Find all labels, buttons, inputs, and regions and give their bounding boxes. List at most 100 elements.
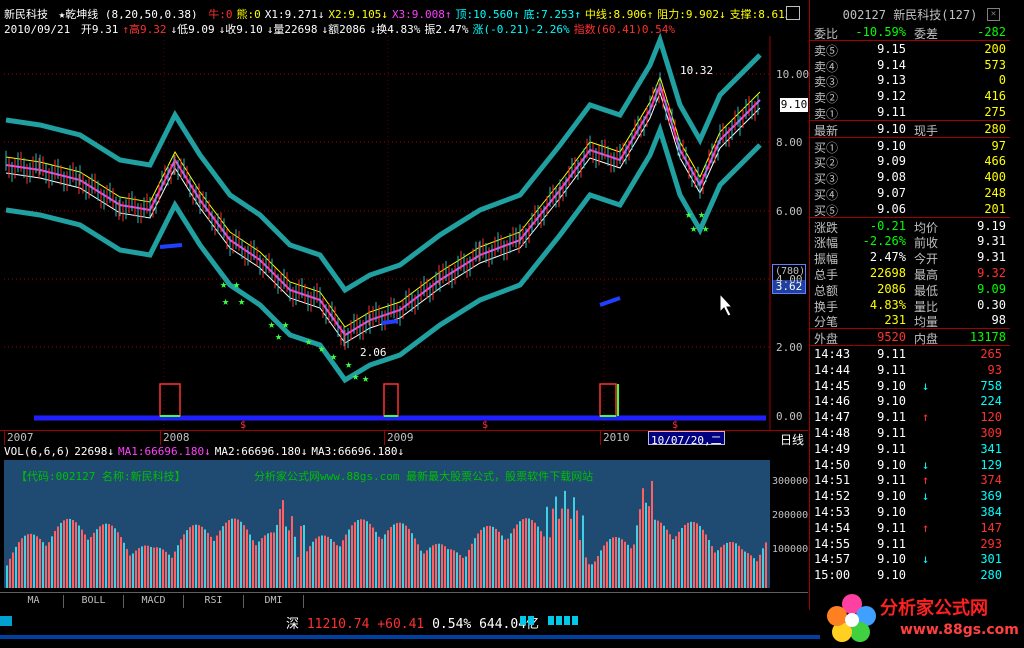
buy-row[interactable]: 买① 9.10 97 [810,138,1010,155]
stat-row[interactable]: 涨幅 -2.26% 前收 9.31 [810,233,1010,250]
tick-arrow: ↓ [922,457,930,472]
volume-bar [96,529,98,588]
volume-chart[interactable]: 【代码:002127 名称:新民科技】 分析家公式网www.88gs.com 最… [4,460,770,588]
volume-bar [567,508,569,588]
volume-bar [375,531,377,588]
stat-row[interactable]: 换手 4.83% 量比 0.30 [810,297,1010,314]
tick-volume: 369 [980,489,1002,504]
tick-row[interactable]: 14:44 9.11 93 [810,362,1010,378]
tick-row[interactable]: 14:47 9.11 ↑ 120 [810,409,1010,425]
volume-bar [93,532,95,588]
kline-canvas[interactable]: ★ ★★ ★★ ★★ ★ ★★★★ ★★ ★★ ★10.322.06$ $ $ [0,0,808,430]
tab-macd[interactable]: MACD [124,595,184,608]
tab-ma[interactable]: MA [4,595,64,608]
tick-row[interactable]: 15:00 9.10 280 [810,567,1010,583]
sell-volume: 416 [984,89,1006,104]
volume-bar [21,538,23,588]
kline-chart[interactable]: ★ ★ ★ ★ ★ ★ ★ ★ ★ ★ ★ ★ ★ ★ ★ ★ ★ 10.32 2.06 $ $ $ 新民科技 ★乾坤线 … [0,0,808,430]
tick-row[interactable]: 14:45 9.10 ↓ 758 [810,378,1010,394]
ohlc-item: ↓收9.10 [218,23,263,34]
volume-bar [39,538,41,588]
activity-segment [548,616,554,625]
tab-boll[interactable]: BOLL [64,595,124,608]
volume-bar [174,551,176,588]
tick-row[interactable]: 14:52 9.10 ↓ 369 [810,488,1010,504]
volume-bar [663,525,665,588]
date-tick: 2010 [600,431,630,445]
volume-bar [444,546,446,588]
weibi-row[interactable]: 委比 -10.59% 委差 -282 [810,24,1010,41]
stock-name: 新民科技 [4,8,48,19]
tick-row[interactable]: 14:49 9.11 341 [810,441,1010,457]
volume-bar [171,557,173,588]
tick-row[interactable]: 14:54 9.11 ↑ 147 [810,520,1010,536]
close-icon[interactable]: ✕ [987,8,1000,21]
buy-row[interactable]: 买② 9.09 466 [810,153,1010,170]
latest-row[interactable]: 最新 9.10 现手 280 [810,121,1010,138]
tick-row[interactable]: 14:50 9.10 ↓ 129 [810,457,1010,473]
tick-row[interactable]: 14:43 9.11 265 [810,346,1010,362]
volume-bar [330,538,332,588]
ohlc-bar: 2010/09/21 开9.31 ↑高9.32 ↓低9.09 ↓收9.10 ↓量2269… [4,21,804,34]
tick-row[interactable]: 14:46 9.10 224 [810,393,1010,409]
window-button[interactable] [786,6,800,20]
sell-row[interactable]: 卖② 9.12 416 [810,88,1010,105]
volume-bar [393,524,395,588]
buy-star-icon: ★ [238,294,245,308]
volume-bar [69,518,71,588]
volume-bar [300,526,302,588]
tick-row[interactable]: 14:48 9.11 309 [810,425,1010,441]
volume-bar [498,531,500,588]
volume-bar [624,541,626,588]
volume-bar [753,558,755,588]
tab-dmi[interactable]: DMI [244,595,304,608]
tick-row[interactable]: 14:55 9.11 293 [810,536,1010,552]
stat-row[interactable]: 总额 2086 最低 9.09 [810,281,1010,298]
stat-row[interactable]: 分笔 231 均量 98 [810,312,1010,329]
stat-row[interactable]: 总手 22698 最高 9.32 [810,265,1010,282]
signal-stroke [159,243,183,249]
volume-bar [195,524,197,588]
weicha-value: -282 [977,25,1006,39]
sell-row[interactable]: 卖③ 9.13 0 [810,72,1010,89]
tick-row[interactable]: 14:57 9.10 ↓ 301 [810,551,1010,567]
volume-bar [450,549,452,588]
tick-row[interactable]: 14:53 9.10 384 [810,504,1010,520]
buy-volume: 466 [984,154,1006,169]
tick-price: 9.10 [877,378,906,393]
volume-bar [696,523,698,588]
sell-row[interactable]: 卖④ 9.14 573 [810,57,1010,74]
volume-bar [747,553,749,588]
stat-row[interactable]: 振幅 2.47% 今开 9.31 [810,249,1010,266]
volume-bar [315,538,317,588]
volume-bar [441,544,443,588]
buy-star-icon: ★ [275,329,282,343]
tick-row[interactable]: 14:51 9.11 ↑ 374 [810,472,1010,488]
tick-price: 9.10 [877,394,906,409]
market-index[interactable]: 深 11210.74 +60.41 0.54% 644.04亿 [286,613,539,632]
tick-price: 9.11 [877,410,906,425]
volume-bar [468,549,470,588]
tab-rsi[interactable]: RSI [184,595,244,608]
tick-price: 9.11 [877,426,906,440]
volume-bar [417,544,419,588]
stat-value: 9.31 [977,234,1006,249]
buy-star-icon: ★ [702,221,709,235]
buy-price: 9.06 [877,201,906,216]
tick-time: 14:57 [814,552,851,567]
buy-row[interactable]: 买④ 9.07 248 [810,185,1010,202]
volume-bar [396,522,398,588]
stat-value: 4.83% [869,297,906,312]
volume-bar [471,543,473,588]
buy-row[interactable]: 买⑤ 9.06 201 [810,201,1010,218]
volume-bar [387,530,389,588]
tick-time: 14:54 [814,520,851,535]
buy-row[interactable]: 买③ 9.08 400 [810,169,1010,186]
buy-star-icon: ★ [685,207,692,221]
stat-row[interactable]: 涨跌 -0.21 均价 9.19 [810,218,1010,235]
buy-star-icon: ★ [690,221,697,235]
volume-bar [273,532,275,588]
outer-inner-row[interactable]: 外盘 9520 内盘 13178 [810,329,1010,346]
sell-row[interactable]: 卖① 9.11 275 [810,104,1010,121]
sell-row[interactable]: 卖⑤ 9.15 200 [810,41,1010,58]
